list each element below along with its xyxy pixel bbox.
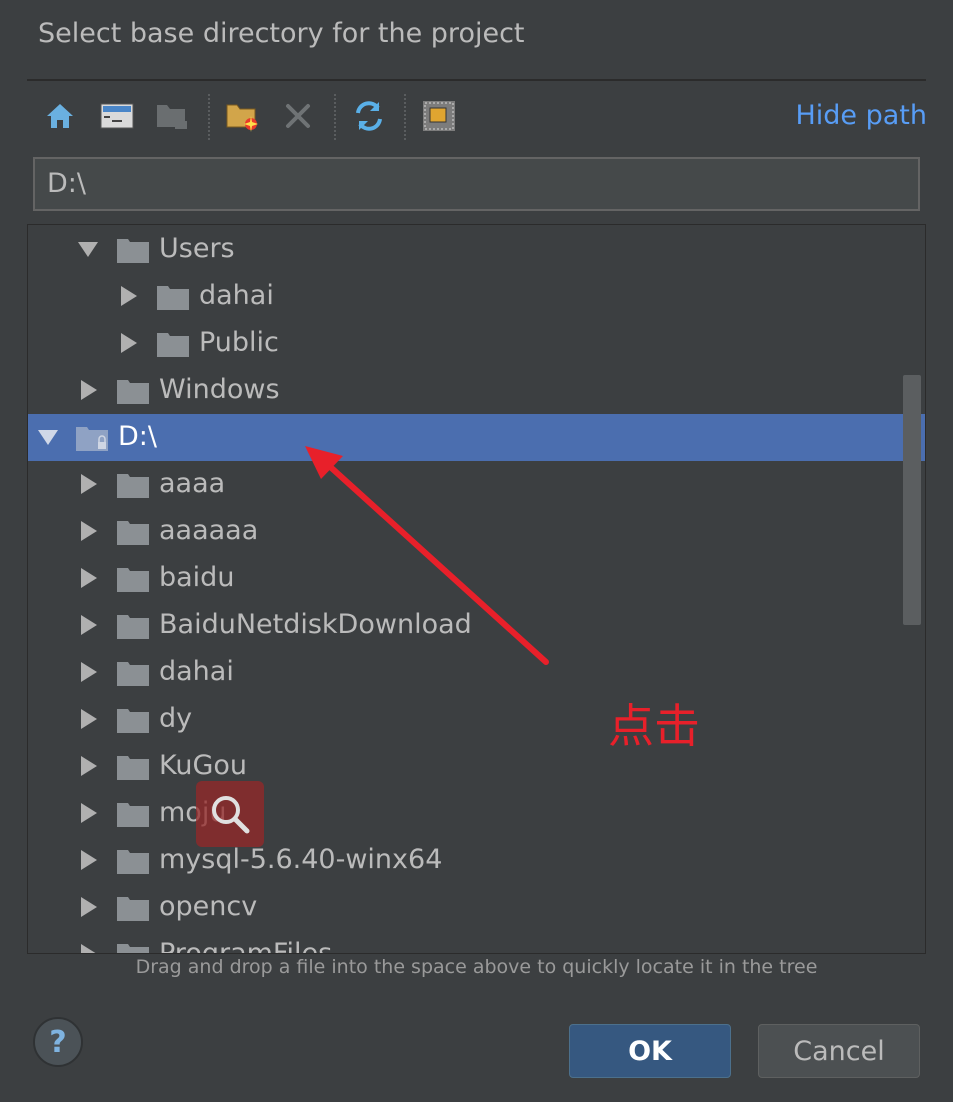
chevron-down-icon[interactable] [77, 238, 99, 260]
toolbar-separator [404, 94, 406, 140]
chevron-right-icon[interactable] [78, 755, 100, 777]
drive-folder-icon [76, 427, 108, 451]
tree-row-selected[interactable]: D:\ [28, 414, 925, 461]
folder-icon [157, 333, 189, 357]
chevron-right-icon[interactable] [78, 379, 100, 401]
toolbar [40, 92, 460, 140]
toolbar-separator [334, 94, 336, 140]
folder-icon [117, 615, 149, 639]
drag-drop-hint: Drag and drop a file into the space abov… [135, 956, 818, 978]
chevron-right-icon[interactable] [78, 896, 100, 918]
folder-icon [117, 850, 149, 874]
chevron-right-icon[interactable] [78, 614, 100, 636]
tree-row[interactable]: moju [28, 790, 925, 837]
chevron-right-icon[interactable] [78, 567, 100, 589]
project-folder-icon[interactable] [152, 96, 192, 136]
tree-scrollbar[interactable] [903, 375, 921, 625]
chevron-right-icon[interactable] [118, 285, 140, 307]
tree-row-label: baidu [159, 562, 235, 593]
tree-row[interactable]: BaiduNetdiskDownload [28, 602, 925, 649]
directory-tree[interactable]: Users dahai Public Windows D:\ aaaa aaaa… [27, 224, 926, 954]
tree-row-label: D:\ [118, 421, 157, 452]
tree-row[interactable]: mysql-5.6.40-winx64 [28, 837, 925, 884]
help-button[interactable]: ? [33, 1017, 83, 1067]
folder-icon [117, 239, 149, 263]
tree-row[interactable]: KuGou [28, 743, 925, 790]
tree-row-label: dahai [199, 280, 274, 311]
show-hidden-icon[interactable] [419, 96, 459, 136]
chevron-right-icon[interactable] [78, 802, 100, 824]
tree-row-label: BaiduNetdiskDownload [159, 609, 472, 640]
tree-row[interactable]: Windows [28, 367, 925, 414]
cancel-button[interactable]: Cancel [758, 1024, 920, 1078]
annotation-text: 点击 [608, 699, 700, 753]
tree-row[interactable]: dahai [28, 649, 925, 696]
chevron-right-icon[interactable] [118, 332, 140, 354]
chevron-right-icon[interactable] [78, 849, 100, 871]
dialog-title: Select base directory for the project [38, 18, 525, 49]
chevron-right-icon[interactable] [78, 473, 100, 495]
tree-row-label: aaaaaa [159, 515, 259, 546]
tree-row-label: dahai [159, 656, 234, 687]
chevron-right-icon[interactable] [78, 520, 100, 542]
tree-row-label: Windows [159, 374, 280, 405]
folder-icon [117, 709, 149, 733]
chevron-down-icon[interactable] [37, 426, 59, 448]
folder-icon [117, 474, 149, 498]
path-input[interactable]: D:\ [33, 157, 920, 211]
tree-row[interactable]: aaaaaa [28, 508, 925, 555]
tree-row-label: dy [159, 703, 193, 734]
folder-icon [117, 380, 149, 404]
folder-icon [117, 803, 149, 827]
hide-path-link[interactable]: Hide path [795, 100, 927, 131]
tree-row[interactable]: ProgramFiles [28, 931, 925, 954]
tree-row[interactable]: Public [28, 320, 925, 367]
folder-icon [117, 568, 149, 592]
home-icon[interactable] [40, 96, 80, 136]
ok-button[interactable]: OK [569, 1024, 731, 1078]
tree-row[interactable]: aaaa [28, 461, 925, 508]
tree-row-label: ProgramFiles [159, 938, 333, 954]
tree-row[interactable]: baidu [28, 555, 925, 602]
chevron-right-icon[interactable] [78, 943, 100, 954]
tree-row-label: opencv [159, 891, 258, 922]
toolbar-separator [208, 94, 210, 140]
folder-icon [117, 944, 149, 953]
tree-row-label: Users [159, 233, 235, 264]
tree-row-label: aaaa [159, 468, 226, 499]
folder-icon [117, 521, 149, 545]
tree-row[interactable]: dy [28, 696, 925, 743]
tree-row-label: Public [199, 327, 279, 358]
search-overlay[interactable] [196, 781, 264, 847]
new-folder-icon[interactable] [223, 96, 263, 136]
folder-icon [117, 756, 149, 780]
tree-row-label: mysql-5.6.40-winx64 [159, 844, 443, 875]
folder-icon [157, 286, 189, 310]
refresh-icon[interactable] [349, 96, 389, 136]
folder-icon [117, 897, 149, 921]
desktop-icon[interactable] [97, 96, 137, 136]
delete-icon[interactable] [278, 96, 318, 136]
tree-row[interactable]: opencv [28, 884, 925, 931]
search-icon [212, 796, 250, 834]
title-separator [27, 79, 926, 81]
chevron-right-icon[interactable] [78, 661, 100, 683]
tree-row[interactable]: dahai [28, 273, 925, 320]
chevron-right-icon[interactable] [78, 708, 100, 730]
tree-row[interactable]: Users [28, 226, 925, 273]
folder-icon [117, 662, 149, 686]
tree-row-label: KuGou [159, 750, 248, 781]
